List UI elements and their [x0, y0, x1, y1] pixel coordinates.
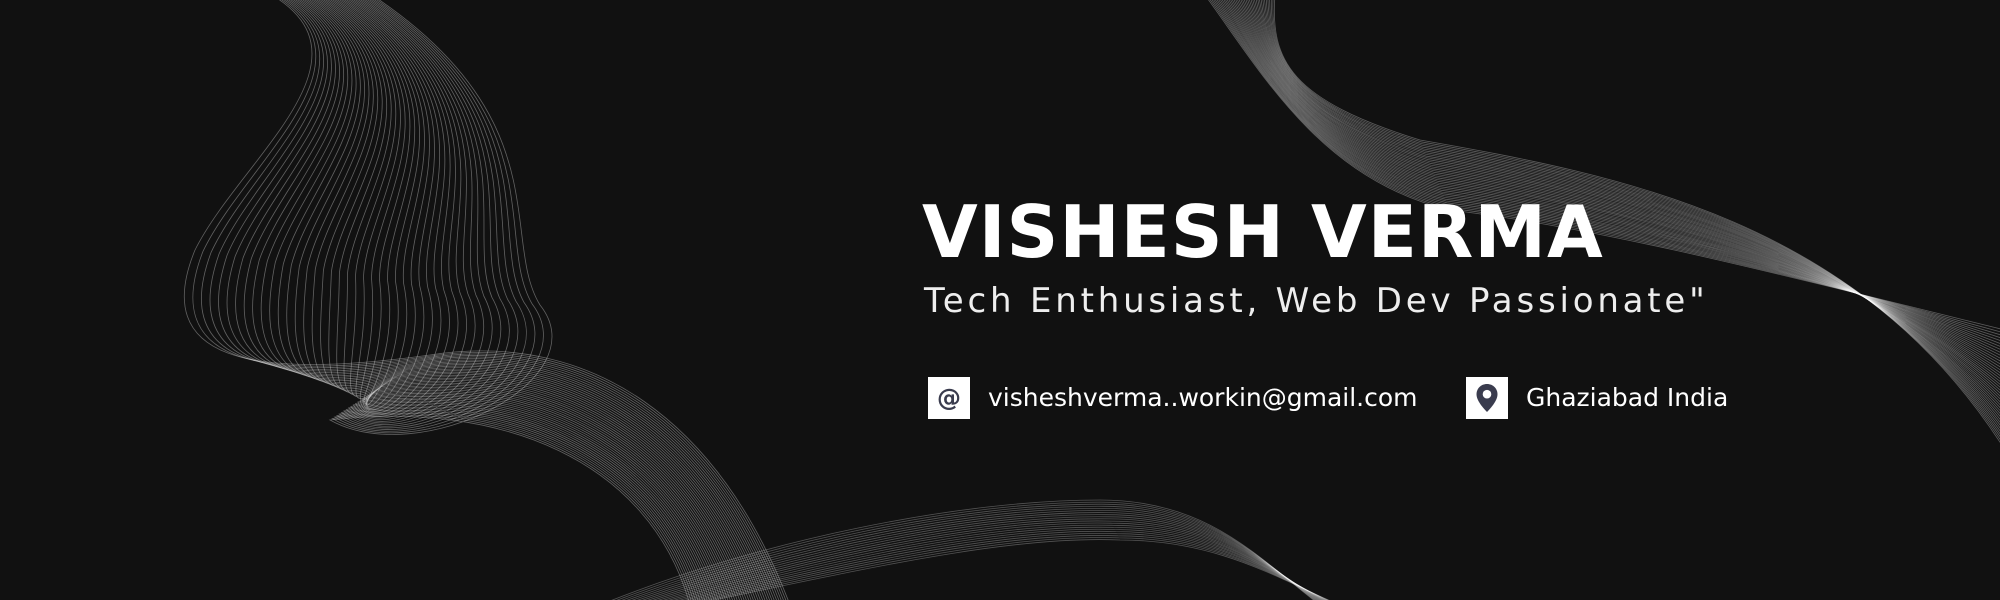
wave-line — [328, 0, 689, 600]
wave-line — [269, 0, 766, 600]
profile-tagline: Tech Enthusiast, Web Dev Passionate" — [924, 281, 1709, 321]
wave-line — [352, 0, 713, 600]
contact-location: Ghaziabad India — [1466, 377, 1728, 419]
wave-line — [338, 0, 729, 600]
wave-line — [345, 0, 706, 600]
email-address: visheshverma..workin@gmail.com — [988, 383, 1418, 412]
profile-banner: VISHESH VERMA Tech Enthusiast, Web Dev P… — [0, 0, 2000, 600]
wave-line — [184, 0, 789, 600]
contact-email: @ visheshverma..workin@gmail.com — [928, 377, 1418, 419]
location-text: Ghaziabad India — [1526, 383, 1729, 412]
wave-line — [348, 0, 719, 600]
wave-line — [294, 0, 759, 600]
wave-line — [286, 0, 761, 600]
wave-line — [333, 0, 694, 600]
wave-line — [340, 0, 701, 600]
wave-line — [335, 0, 696, 600]
wave-line — [311, 0, 754, 600]
wave-left — [184, 0, 789, 600]
wave-line — [331, 0, 736, 600]
at-sign-icon: @ — [928, 377, 970, 419]
profile-name: VISHESH VERMA — [922, 190, 1604, 274]
wave-line — [320, 0, 747, 600]
wave-line — [327, 0, 740, 600]
map-pin-icon — [1466, 377, 1508, 419]
wave-line — [331, 0, 692, 600]
wave-line — [345, 0, 722, 600]
wave-line — [235, 0, 775, 600]
wave-line — [324, 0, 743, 600]
wave-line — [352, 0, 715, 600]
wave-line — [334, 0, 733, 600]
